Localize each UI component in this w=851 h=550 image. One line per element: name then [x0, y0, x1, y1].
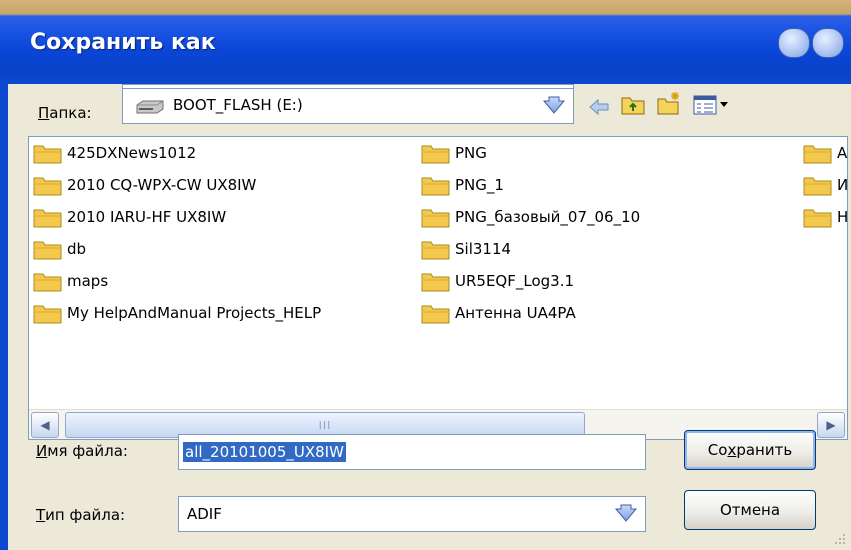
folder-name: My HelpAndManual Projects_HELP: [67, 304, 322, 322]
window-frame: [0, 84, 8, 550]
folder-item[interactable]: PNG: [421, 139, 487, 167]
folder-name: 425DXNews1012: [67, 144, 197, 162]
dialog-body: Папка: BOOT_FLASH (E:) 425DXNews1012 201…: [8, 84, 851, 550]
resize-grip-icon[interactable]: [833, 532, 847, 546]
folder-name: PNG_1: [455, 176, 504, 194]
folder-icon: [33, 145, 62, 164]
folder-icon: [33, 209, 62, 228]
folder-item[interactable]: My HelpAndManual Projects_HELP: [33, 299, 321, 327]
window-title: Сохранить как: [30, 30, 216, 55]
folder-item[interactable]: А: [803, 139, 847, 167]
filetype-select[interactable]: ADIF: [178, 496, 646, 532]
folder-item[interactable]: 2010 IARU-HF UX8IW: [33, 203, 226, 231]
folder-icon: [803, 209, 832, 228]
back-icon[interactable]: [586, 94, 612, 120]
folder-icon: [421, 273, 450, 292]
folder-item[interactable]: maps: [33, 267, 108, 295]
folder-name: Антенна UA4PA: [455, 304, 576, 322]
folder-icon: [421, 209, 450, 228]
cancel-button[interactable]: Отмена: [684, 490, 816, 530]
scroll-right-button[interactable]: ▶: [817, 412, 845, 438]
folder-name: maps: [67, 272, 109, 290]
folder-icon: [33, 273, 62, 292]
folder-item[interactable]: Sil3114: [421, 235, 511, 263]
location-value: BOOT_FLASH (E:): [173, 96, 303, 114]
folder-icon: [33, 305, 62, 324]
help-button[interactable]: [778, 28, 810, 58]
save-button[interactable]: Сохранить: [684, 430, 816, 470]
folder-name: И: [837, 176, 848, 194]
folder-icon: [33, 177, 62, 196]
folder-name: 2010 CQ-WPX-CW UX8IW: [67, 176, 257, 194]
folder-item[interactable]: db: [33, 235, 86, 263]
folder-name: UR5EQF_Log3.1: [455, 272, 575, 290]
cancel-label: Отмена: [719, 501, 781, 519]
title-bar[interactable]: Сохранить как: [0, 0, 851, 84]
folder-icon: [803, 177, 832, 196]
save-label: Сохранить: [707, 441, 793, 459]
folder-icon: [803, 145, 832, 164]
filename-input[interactable]: all_20101005_UX8IW: [178, 434, 646, 470]
folder-item[interactable]: 2010 CQ-WPX-CW UX8IW: [33, 171, 256, 199]
close-button[interactable]: [812, 28, 844, 58]
drive-icon: [136, 100, 164, 114]
filetype-value: ADIF: [187, 505, 222, 523]
folder-icon: [33, 241, 62, 260]
folder-name: PNG: [455, 144, 487, 162]
folder-item[interactable]: UR5EQF_Log3.1: [421, 267, 574, 295]
folder-item[interactable]: PNG_1: [421, 171, 504, 199]
folder-name: Sil3114: [455, 240, 512, 258]
folder-icon: [421, 241, 450, 260]
folder-icon: [421, 177, 450, 196]
folder-name: 2010 IARU-HF UX8IW: [67, 208, 227, 226]
filetype-label: Тип файла:: [36, 506, 126, 524]
folder-item[interactable]: Антенна UA4PA: [421, 299, 576, 327]
folder-item[interactable]: И: [803, 171, 848, 199]
new-folder-icon[interactable]: [656, 90, 682, 116]
folder-item[interactable]: Н: [803, 203, 848, 231]
filename-label: Имя файла:: [36, 442, 128, 460]
location-label: Папка:: [38, 104, 92, 122]
chevron-down-icon[interactable]: [541, 95, 567, 117]
folder-icon: [421, 145, 450, 164]
location-select[interactable]: BOOT_FLASH (E:): [122, 88, 574, 124]
thumb-grip: III: [318, 418, 332, 432]
folder-item[interactable]: 425DXNews1012: [33, 139, 196, 167]
folder-name: PNG_базовый_07_06_10: [455, 208, 641, 226]
folder-icon: [421, 305, 450, 324]
up-folder-icon[interactable]: [620, 92, 646, 118]
folder-name: Н: [837, 208, 848, 226]
folder-name: А: [837, 144, 848, 162]
filename-value: all_20101005_UX8IW: [183, 442, 346, 462]
file-list[interactable]: 425DXNews1012 2010 CQ-WPX-CW UX8IW 2010 …: [28, 136, 848, 440]
scroll-left-button[interactable]: ◀: [31, 412, 59, 438]
folder-item[interactable]: PNG_базовый_07_06_10: [421, 203, 640, 231]
folder-name: db: [67, 240, 87, 258]
chevron-down-icon[interactable]: [613, 503, 639, 525]
view-menu-icon[interactable]: [692, 92, 732, 118]
